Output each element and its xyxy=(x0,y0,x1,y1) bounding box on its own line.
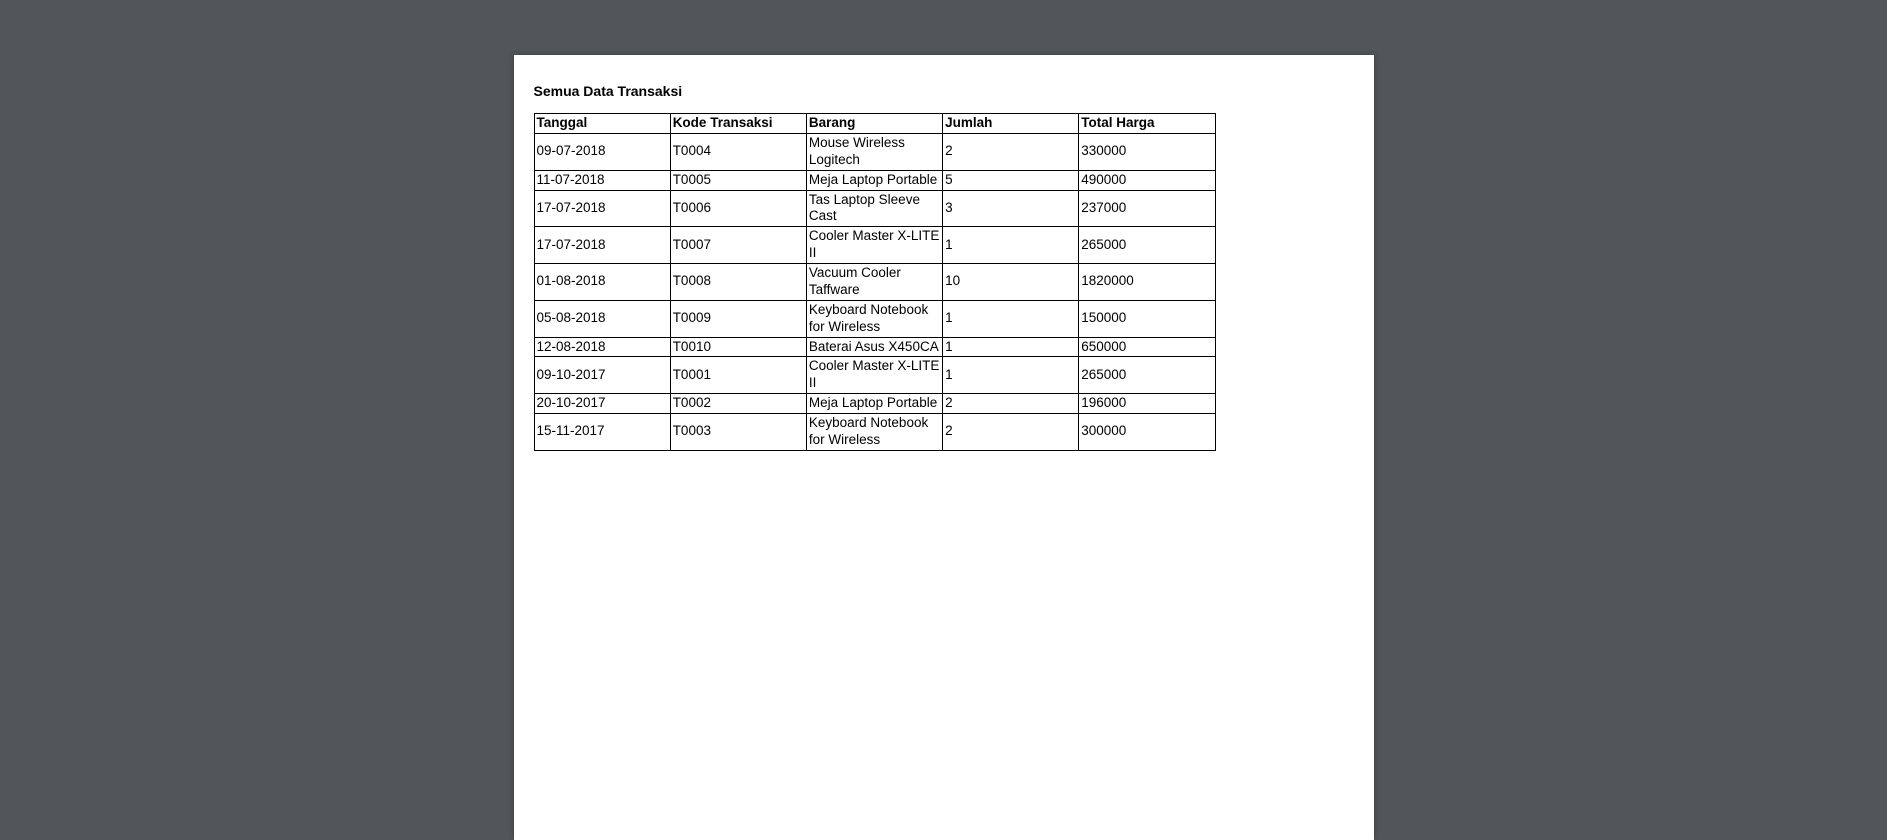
cell-total: 150000 xyxy=(1079,300,1215,337)
cell-jumlah: 1 xyxy=(943,357,1079,394)
page-title: Semua Data Transaksi xyxy=(534,83,1354,99)
cell-total: 650000 xyxy=(1079,337,1215,357)
cell-jumlah: 1 xyxy=(943,300,1079,337)
cell-jumlah: 2 xyxy=(943,133,1079,170)
table-row: 05-08-2018T0009Keyboard Notebook for Wir… xyxy=(534,300,1215,337)
cell-jumlah: 5 xyxy=(943,170,1079,190)
cell-jumlah: 1 xyxy=(943,337,1079,357)
header-total: Total Harga xyxy=(1079,114,1215,134)
cell-barang: Tas Laptop Sleeve Cast xyxy=(806,190,942,227)
cell-total: 1820000 xyxy=(1079,264,1215,301)
cell-tanggal: 09-07-2018 xyxy=(534,133,670,170)
cell-kode: T0002 xyxy=(670,394,806,414)
cell-barang: Meja Laptop Portable xyxy=(806,394,942,414)
cell-tanggal: 11-07-2018 xyxy=(534,170,670,190)
cell-jumlah: 3 xyxy=(943,190,1079,227)
header-kode: Kode Transaksi xyxy=(670,114,806,134)
document-page: Semua Data Transaksi Tanggal Kode Transa… xyxy=(514,55,1374,840)
cell-total: 196000 xyxy=(1079,394,1215,414)
cell-barang: Cooler Master X-LITE II xyxy=(806,227,942,264)
cell-kode: T0003 xyxy=(670,414,806,451)
cell-kode: T0006 xyxy=(670,190,806,227)
cell-total: 265000 xyxy=(1079,357,1215,394)
transaction-table: Tanggal Kode Transaksi Barang Jumlah Tot… xyxy=(534,113,1216,451)
cell-kode: T0001 xyxy=(670,357,806,394)
table-row: 09-07-2018T0004Mouse Wireless Logitech23… xyxy=(534,133,1215,170)
cell-total: 490000 xyxy=(1079,170,1215,190)
cell-jumlah: 10 xyxy=(943,264,1079,301)
header-tanggal: Tanggal xyxy=(534,114,670,134)
cell-barang: Baterai Asus X450CA xyxy=(806,337,942,357)
cell-tanggal: 05-08-2018 xyxy=(534,300,670,337)
cell-kode: T0008 xyxy=(670,264,806,301)
cell-jumlah: 2 xyxy=(943,394,1079,414)
cell-total: 265000 xyxy=(1079,227,1215,264)
cell-tanggal: 09-10-2017 xyxy=(534,357,670,394)
table-header-row: Tanggal Kode Transaksi Barang Jumlah Tot… xyxy=(534,114,1215,134)
cell-total: 300000 xyxy=(1079,414,1215,451)
cell-jumlah: 2 xyxy=(943,414,1079,451)
cell-kode: T0005 xyxy=(670,170,806,190)
table-row: 15-11-2017T0003Keyboard Notebook for Wir… xyxy=(534,414,1215,451)
cell-tanggal: 17-07-2018 xyxy=(534,190,670,227)
table-row: 12-08-2018T0010Baterai Asus X450CA165000… xyxy=(534,337,1215,357)
header-barang: Barang xyxy=(806,114,942,134)
table-row: 11-07-2018T0005Meja Laptop Portable54900… xyxy=(534,170,1215,190)
cell-total: 237000 xyxy=(1079,190,1215,227)
table-row: 17-07-2018T0006Tas Laptop Sleeve Cast323… xyxy=(534,190,1215,227)
table-row: 17-07-2018T0007Cooler Master X-LITE II12… xyxy=(534,227,1215,264)
cell-barang: Vacuum Cooler Taffware xyxy=(806,264,942,301)
cell-total: 330000 xyxy=(1079,133,1215,170)
cell-barang: Mouse Wireless Logitech xyxy=(806,133,942,170)
cell-tanggal: 15-11-2017 xyxy=(534,414,670,451)
table-row: 09-10-2017T0001Cooler Master X-LITE II12… xyxy=(534,357,1215,394)
table-row: 20-10-2017T0002Meja Laptop Portable21960… xyxy=(534,394,1215,414)
cell-barang: Meja Laptop Portable xyxy=(806,170,942,190)
cell-kode: T0004 xyxy=(670,133,806,170)
cell-tanggal: 12-08-2018 xyxy=(534,337,670,357)
cell-barang: Keyboard Notebook for Wireless xyxy=(806,300,942,337)
cell-kode: T0009 xyxy=(670,300,806,337)
cell-tanggal: 20-10-2017 xyxy=(534,394,670,414)
cell-barang: Keyboard Notebook for Wireless xyxy=(806,414,942,451)
cell-tanggal: 01-08-2018 xyxy=(534,264,670,301)
cell-barang: Cooler Master X-LITE II xyxy=(806,357,942,394)
cell-kode: T0010 xyxy=(670,337,806,357)
header-jumlah: Jumlah xyxy=(943,114,1079,134)
cell-jumlah: 1 xyxy=(943,227,1079,264)
cell-tanggal: 17-07-2018 xyxy=(534,227,670,264)
cell-kode: T0007 xyxy=(670,227,806,264)
table-row: 01-08-2018T0008Vacuum Cooler Taffware101… xyxy=(534,264,1215,301)
